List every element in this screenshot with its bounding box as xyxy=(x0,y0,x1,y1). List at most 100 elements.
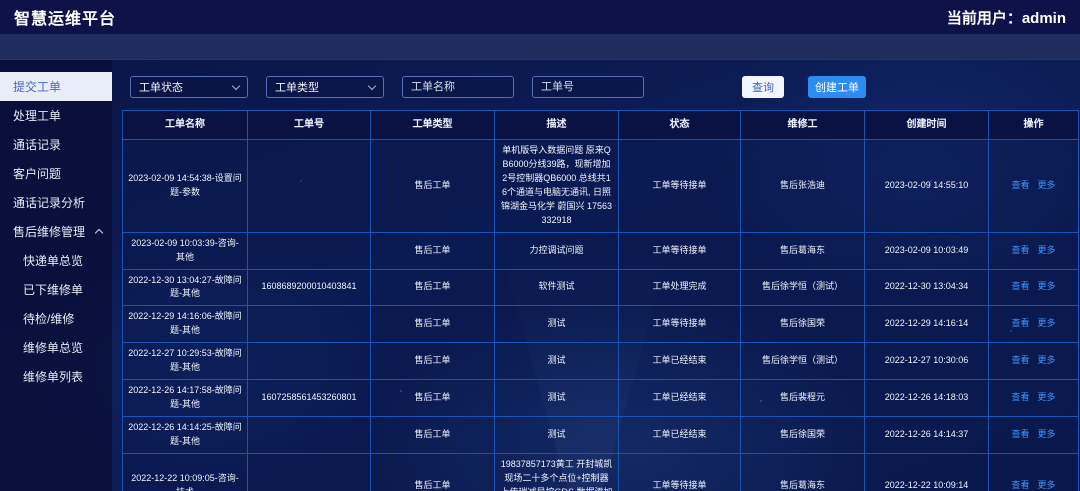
cell-type: 售后工单 xyxy=(371,380,495,417)
query-button[interactable]: 查询 xyxy=(742,76,784,98)
table-row: 2022-12-26 14:14:25-故障问题-其他售后工单测试工单已经结束售… xyxy=(123,417,1079,454)
cell-actions: 查看更多 xyxy=(989,380,1079,417)
chevron-down-icon xyxy=(368,81,376,89)
cell-no xyxy=(248,140,371,233)
cell-desc: 测试 xyxy=(495,417,619,454)
sidebar-item-label: 通话记录分析 xyxy=(13,194,85,211)
cell-actions: 查看更多 xyxy=(989,453,1079,491)
view-link[interactable]: 查看 xyxy=(1011,355,1029,365)
cell-desc: 软件测试 xyxy=(495,269,619,306)
table-row: 2022-12-29 14:16:06-故障问题-其他售后工单测试工单等待接单售… xyxy=(123,306,1079,343)
cell-desc: 测试 xyxy=(495,343,619,380)
sub-header-bar xyxy=(0,34,1080,60)
cell-worker: 售后裴程元 xyxy=(741,380,865,417)
cell-desc: 测试 xyxy=(495,380,619,417)
sidebar-item[interactable]: 客户问题 xyxy=(0,159,112,188)
cell-name: 2022-12-27 10:29:53-故障问题-其他 xyxy=(123,343,248,380)
cell-actions: 查看更多 xyxy=(989,269,1079,306)
sidebar-item-label: 处理工单 xyxy=(13,107,61,124)
cell-desc: 19837857173黄工 开封城凯 现场二十多个点位+控制器上传瑞减局控GDS… xyxy=(495,453,619,491)
view-link[interactable]: 查看 xyxy=(1011,180,1029,190)
sidebar-item[interactable]: 处理工单 xyxy=(0,101,112,130)
chevron-down-icon xyxy=(232,81,240,89)
sidebar-item[interactable]: 提交工单 xyxy=(0,72,112,101)
more-link[interactable]: 更多 xyxy=(1038,180,1056,190)
cell-desc: 力控调试问题 xyxy=(495,232,619,269)
cell-type: 售后工单 xyxy=(371,417,495,454)
cell-name: 2022-12-22 10:09:05-咨询-技术 xyxy=(123,453,248,491)
sidebar-item-label: 通话记录 xyxy=(13,136,61,153)
more-link[interactable]: 更多 xyxy=(1038,245,1056,255)
cell-no xyxy=(248,306,371,343)
order-type-select-label: 工单类型 xyxy=(275,79,319,95)
column-header: 工单号 xyxy=(248,111,371,140)
order-name-input[interactable] xyxy=(402,76,514,98)
sidebar-item-label: 待检/维修 xyxy=(23,310,74,327)
view-link[interactable]: 查看 xyxy=(1011,392,1029,402)
main-panel: 工单状态 工单类型 查询 创建工单 xyxy=(112,60,1080,491)
cell-no xyxy=(248,453,371,491)
orders-table-wrap: 工单名称工单号工单类型描述状态维修工创建时间操作 2023-02-09 14:5… xyxy=(122,110,1078,491)
column-header: 状态 xyxy=(619,111,741,140)
content-area: 提交工单处理工单通话记录客户问题通话记录分析售后维修管理快递单总览已下维修单待检… xyxy=(0,60,1080,491)
cell-desc: 测试 xyxy=(495,306,619,343)
table-row: 2022-12-27 10:29:53-故障问题-其他售后工单测试工单已经结束售… xyxy=(123,343,1079,380)
cell-no: 1607258561453260801 xyxy=(248,380,371,417)
more-link[interactable]: 更多 xyxy=(1038,318,1056,328)
sidebar-item-label: 维修单总览 xyxy=(23,339,83,356)
cell-created: 2022-12-27 10:30:06 xyxy=(865,343,989,380)
cell-created: 2022-12-30 13:04:34 xyxy=(865,269,989,306)
sidebar-item[interactable]: 通话记录 xyxy=(0,130,112,159)
cell-created: 2022-12-26 14:18:03 xyxy=(865,380,989,417)
cell-actions: 查看更多 xyxy=(989,417,1079,454)
sidebar-item[interactable]: 已下维修单 xyxy=(0,275,112,304)
sidebar-item[interactable]: 维修单列表 xyxy=(0,362,112,391)
order-type-select[interactable]: 工单类型 xyxy=(266,76,384,98)
sidebar-item[interactable]: 维修单总览 xyxy=(0,333,112,362)
cell-created: 2022-12-29 14:16:14 xyxy=(865,306,989,343)
column-header: 创建时间 xyxy=(865,111,989,140)
more-link[interactable]: 更多 xyxy=(1038,429,1056,439)
more-link[interactable]: 更多 xyxy=(1038,480,1056,490)
cell-worker: 售后徐学恒（测试） xyxy=(741,343,865,380)
table-header-row: 工单名称工单号工单类型描述状态维修工创建时间操作 xyxy=(123,111,1079,140)
column-header: 维修工 xyxy=(741,111,865,140)
cell-no xyxy=(248,232,371,269)
table-row: 2022-12-30 13:04:27-故障问题-其他1608689200010… xyxy=(123,269,1079,306)
cell-no xyxy=(248,417,371,454)
sidebar-item[interactable]: 通话记录分析 xyxy=(0,188,112,217)
sidebar-item-label: 售后维修管理 xyxy=(13,223,85,240)
sidebar-item[interactable]: 售后维修管理 xyxy=(0,217,112,246)
cell-status: 工单等待接单 xyxy=(619,140,741,233)
sidebar-item[interactable]: 快递单总览 xyxy=(0,246,112,275)
current-user: 当前用户：admin xyxy=(947,7,1066,28)
cell-actions: 查看更多 xyxy=(989,343,1079,380)
cell-desc: 单机版导入数据问题 原来QB6000分线39路，现新增加2号控制器QB6000 … xyxy=(495,140,619,233)
cell-status: 工单等待接单 xyxy=(619,453,741,491)
cell-status: 工单已经结束 xyxy=(619,343,741,380)
app-root: 智慧运维平台 当前用户：admin 提交工单处理工单通话记录客户问题通话记录分析… xyxy=(0,0,1080,491)
orders-table: 工单名称工单号工单类型描述状态维修工创建时间操作 2023-02-09 14:5… xyxy=(122,110,1079,491)
table-row: 2023-02-09 10:03:39-咨询-其他售后工单力控调试问题工单等待接… xyxy=(123,232,1079,269)
more-link[interactable]: 更多 xyxy=(1038,281,1056,291)
cell-name: 2022-12-26 14:17:58-故障问题-其他 xyxy=(123,380,248,417)
cell-name: 2022-12-26 14:14:25-故障问题-其他 xyxy=(123,417,248,454)
sidebar-item-label: 已下维修单 xyxy=(23,281,83,298)
more-link[interactable]: 更多 xyxy=(1038,392,1056,402)
order-no-input[interactable] xyxy=(532,76,644,98)
view-link[interactable]: 查看 xyxy=(1011,429,1029,439)
cell-actions: 查看更多 xyxy=(989,306,1079,343)
view-link[interactable]: 查看 xyxy=(1011,245,1029,255)
view-link[interactable]: 查看 xyxy=(1011,281,1029,291)
view-link[interactable]: 查看 xyxy=(1011,318,1029,328)
more-link[interactable]: 更多 xyxy=(1038,355,1056,365)
view-link[interactable]: 查看 xyxy=(1011,480,1029,490)
sidebar-item[interactable]: 待检/维修 xyxy=(0,304,112,333)
cell-created: 2022-12-26 14:14:37 xyxy=(865,417,989,454)
create-order-button[interactable]: 创建工单 xyxy=(808,76,866,98)
sidebar: 提交工单处理工单通话记录客户问题通话记录分析售后维修管理快递单总览已下维修单待检… xyxy=(0,60,112,491)
chevron-up-icon xyxy=(95,229,103,237)
cell-worker: 售后葛海东 xyxy=(741,453,865,491)
order-status-select[interactable]: 工单状态 xyxy=(130,76,248,98)
cell-worker: 售后张浩迪 xyxy=(741,140,865,233)
